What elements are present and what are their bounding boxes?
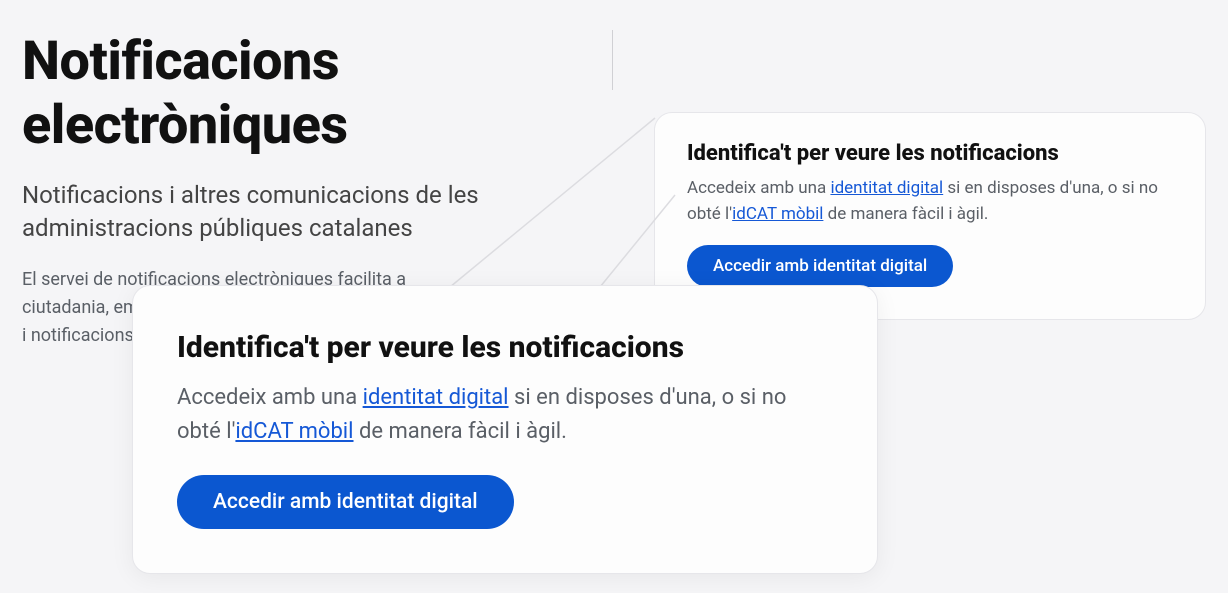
column-divider	[612, 30, 613, 90]
page-title: Notificacions electròniques	[22, 30, 582, 157]
login-text-post: de manera fàcil i àgil.	[823, 204, 988, 224]
access-button[interactable]: Accedir amb identitat digital	[687, 245, 953, 287]
page-subtitle: Notificacions i altres comunicacions de …	[22, 179, 522, 244]
login-card-zoom-text: Accedeix amb una identitat digital si en…	[177, 381, 833, 449]
login-text-pre: Accedeix amb una	[687, 178, 830, 198]
login-zoom-text-pre: Accedeix amb una	[177, 385, 363, 410]
login-card-zoom-title: Identifica't per veure les notificacions	[177, 330, 833, 365]
identitat-digital-link[interactable]: identitat digital	[830, 178, 943, 198]
login-card-text: Accedeix amb una identitat digital si en…	[687, 176, 1173, 227]
idcat-mobil-link[interactable]: idCAT mòbil	[732, 204, 823, 224]
identitat-digital-link-zoom[interactable]: identitat digital	[363, 385, 509, 410]
login-card-title: Identifica't per veure les notificacions	[687, 141, 1173, 166]
access-button-zoom[interactable]: Accedir amb identitat digital	[177, 475, 514, 529]
login-card-zoom: Identifica't per veure les notificacions…	[132, 285, 878, 574]
idcat-mobil-link-zoom[interactable]: idCAT mòbil	[235, 419, 353, 444]
login-zoom-text-post: de manera fàcil i àgil.	[354, 419, 567, 444]
